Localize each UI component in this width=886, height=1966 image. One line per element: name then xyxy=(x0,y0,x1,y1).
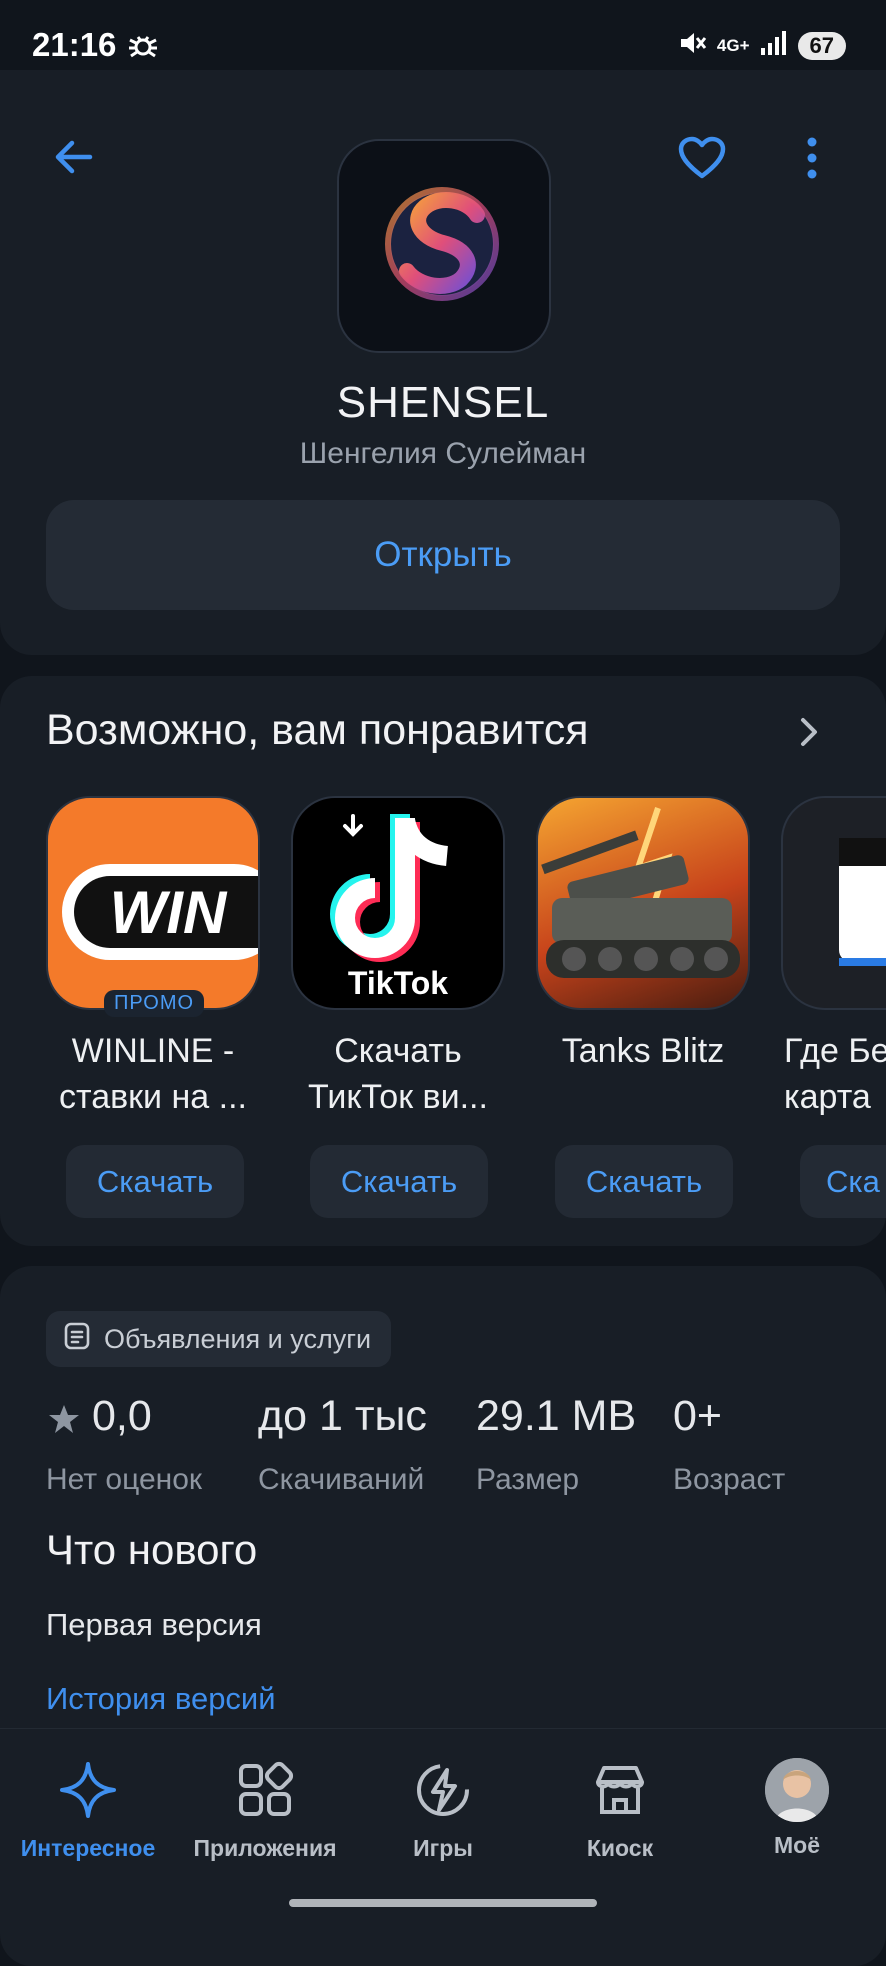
rec-item-name: Где Бе карта xyxy=(784,1032,886,1116)
svg-text:TikTok: TikTok xyxy=(348,965,448,1001)
nav-label: Интересное xyxy=(20,1835,156,1861)
nav-label: Игры xyxy=(413,1835,473,1861)
app-title: SHENSEL xyxy=(336,378,550,427)
category-chip[interactable]: Объявления и услуги xyxy=(46,1311,392,1367)
s-logo-icon xyxy=(385,187,499,301)
nav-tab-interesting[interactable]: Интересное xyxy=(3,1760,173,1862)
sparkle-icon xyxy=(3,1760,173,1825)
age-value: 0+ xyxy=(673,1392,723,1440)
rec-item-name: Tanks Blitz xyxy=(561,1032,725,1070)
nav-tab-mine[interactable]: Моё xyxy=(712,1758,882,1859)
store-icon xyxy=(535,1760,705,1825)
battery-indicator: 67 xyxy=(797,31,846,60)
open-button[interactable]: Открыть xyxy=(46,500,840,610)
download-button[interactable]: Скачать xyxy=(555,1145,733,1218)
games-bolt-icon xyxy=(358,1760,528,1825)
chevron-right-icon[interactable] xyxy=(795,712,823,757)
category-label: Объявления и услуги xyxy=(104,1323,372,1354)
whats-new-text: Первая версия xyxy=(46,1607,262,1642)
rating-value: 0,0 xyxy=(92,1392,152,1440)
age-label: Возраст xyxy=(673,1463,786,1496)
app-icon xyxy=(337,139,551,353)
signal-icon xyxy=(760,30,788,61)
size-label: Размер xyxy=(476,1463,580,1496)
favorite-heart-icon[interactable] xyxy=(678,136,726,185)
gesture-handle[interactable] xyxy=(289,1899,597,1907)
nav-tab-kiosk[interactable]: Киоск xyxy=(535,1760,705,1862)
map-app-icon xyxy=(781,796,886,1010)
nav-label: Приложения xyxy=(193,1835,337,1861)
mute-icon xyxy=(677,28,707,63)
rec-item-tanks-blitz[interactable] xyxy=(536,796,750,1010)
download-button[interactable]: Скачать xyxy=(66,1145,244,1218)
status-time: 21:16 xyxy=(32,26,117,63)
tank-app-icon xyxy=(536,796,750,1010)
nav-tab-apps[interactable]: Приложения xyxy=(180,1760,350,1862)
network-type: 4G+ xyxy=(716,35,750,55)
more-options-icon[interactable] xyxy=(800,136,824,185)
winline-app-icon: WIN xyxy=(46,796,260,1010)
apps-grid-icon xyxy=(180,1760,350,1825)
avatar xyxy=(765,1758,829,1822)
back-arrow-icon[interactable] xyxy=(50,134,96,185)
downloads-label: Скачиваний xyxy=(258,1463,425,1496)
bug-icon xyxy=(126,32,160,67)
app-developer: Шенгелия Сулейман xyxy=(299,437,587,470)
whats-new-title: Что нового xyxy=(46,1526,258,1573)
rec-item-winline[interactable]: WIN xyxy=(46,796,260,1010)
svg-text:WIN: WIN xyxy=(110,879,228,946)
rating-label: Нет оценок xyxy=(46,1463,203,1496)
rec-item-tiktok[interactable]: TikTok xyxy=(291,796,505,1010)
nav-label: Киоск xyxy=(586,1835,654,1861)
rec-item-name: WINLINE - ставки на ... xyxy=(59,1032,247,1116)
nav-tab-games[interactable]: Игры xyxy=(358,1760,528,1862)
promo-badge: ПРОМО xyxy=(104,990,205,1017)
nav-label: Моё xyxy=(774,1832,820,1858)
size-value: 29.1 MB xyxy=(476,1392,637,1440)
download-button[interactable]: Ска xyxy=(800,1145,886,1218)
rec-item-name: Скачать ТикТок ви... xyxy=(308,1032,488,1116)
tiktok-app-icon: TikTok xyxy=(291,796,505,1010)
download-button[interactable]: Скачать xyxy=(310,1145,488,1218)
status-icons: 4G+ 67 xyxy=(677,28,846,63)
recommendations-title: Возможно, вам понравится xyxy=(46,706,589,754)
document-icon xyxy=(62,1321,92,1358)
downloads-value: до 1 тыс xyxy=(258,1392,427,1440)
version-history-link[interactable]: История версий xyxy=(46,1681,276,1717)
rec-item-partial[interactable] xyxy=(781,796,886,1010)
star-icon xyxy=(48,1403,80,1440)
